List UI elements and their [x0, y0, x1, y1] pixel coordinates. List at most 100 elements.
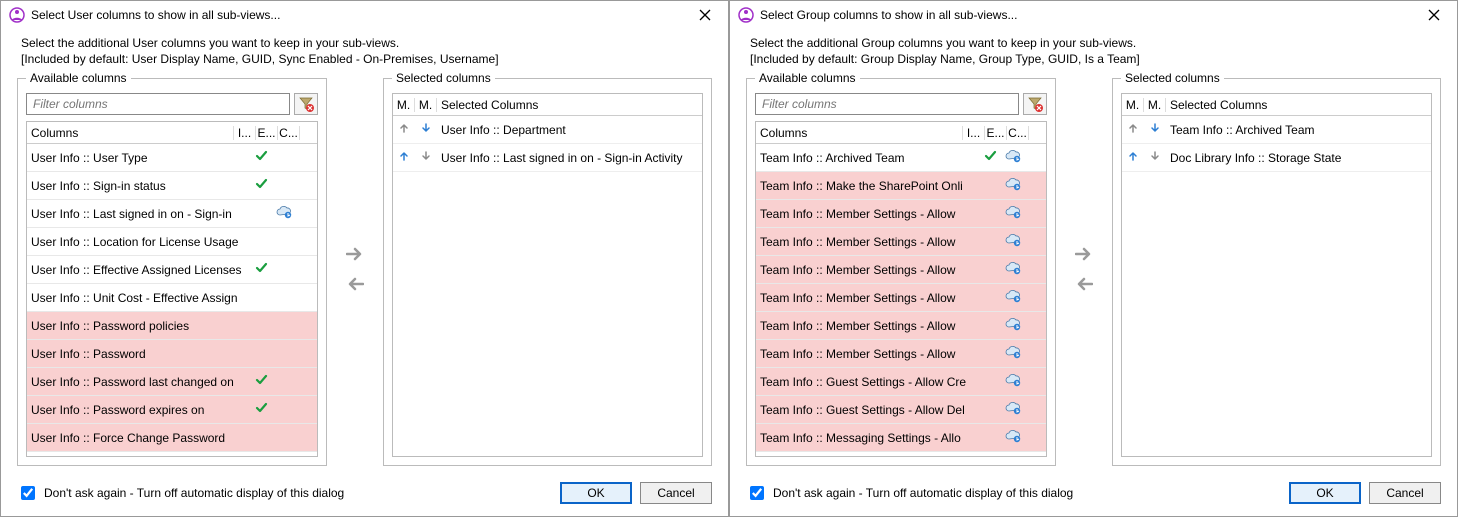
table-row[interactable]: Team Info :: Member Settings - Allow	[756, 284, 1046, 312]
available-legend: Available columns	[755, 71, 860, 85]
available-grid[interactable]: Columns I... E... C... User Info :: User…	[26, 121, 318, 457]
selected-row[interactable]: Team Info :: Archived Team	[1122, 116, 1431, 144]
move-up-icon[interactable]	[1122, 150, 1144, 165]
table-row[interactable]: Team Info :: Guest Settings - Allow Cre	[756, 368, 1046, 396]
selected-row[interactable]: User Info :: Department	[393, 116, 702, 144]
dialog-footer: Don't ask again - Turn off automatic dis…	[1, 474, 728, 516]
cloud-icon	[1002, 205, 1024, 222]
dont-ask-checkbox[interactable]: Don't ask again - Turn off automatic dis…	[17, 483, 552, 503]
move-right-button[interactable]	[1072, 244, 1096, 264]
col-i[interactable]: I...	[963, 126, 985, 140]
table-row[interactable]: Team Info :: Archived Team	[756, 144, 1046, 172]
dont-ask-checkbox[interactable]: Don't ask again - Turn off automatic dis…	[746, 483, 1281, 503]
col-e[interactable]: E...	[985, 126, 1007, 140]
row-label: Team Info :: Archived Team	[756, 151, 980, 165]
col-i[interactable]: I...	[234, 126, 256, 140]
clear-filter-button[interactable]	[294, 93, 318, 115]
table-row[interactable]: User Info :: Password last changed on	[27, 368, 317, 396]
titlebar: Select User columns to show in all sub-v…	[1, 1, 728, 27]
check-icon	[251, 373, 273, 390]
ok-button[interactable]: OK	[560, 482, 632, 504]
cancel-button[interactable]: Cancel	[1369, 482, 1441, 504]
move-down-icon[interactable]	[415, 122, 437, 137]
col-c[interactable]: C...	[1007, 126, 1029, 140]
row-label: User Info :: Force Change Password	[27, 431, 251, 445]
available-grid[interactable]: Columns I... E... C... Team Info :: Arch…	[755, 121, 1047, 457]
dont-ask-input[interactable]	[750, 486, 764, 500]
selected-row[interactable]: User Info :: Last signed in on - Sign-in…	[393, 144, 702, 172]
table-row[interactable]: User Info :: Unit Cost - Effective Assig…	[27, 284, 317, 312]
transfer-buttons	[1064, 71, 1104, 466]
selected-body[interactable]: User Info :: DepartmentUser Info :: Last…	[393, 116, 702, 456]
selected-grid[interactable]: M. M. Selected Columns Team Info :: Arch…	[1121, 93, 1432, 457]
selected-grid[interactable]: M. M. Selected Columns User Info :: Depa…	[392, 93, 703, 457]
selected-row[interactable]: Doc Library Info :: Storage State	[1122, 144, 1431, 172]
table-row[interactable]: Team Info :: Make the SharePoint Onli	[756, 172, 1046, 200]
row-label: Team Info :: Member Settings - Allow	[756, 347, 980, 361]
move-up-icon[interactable]	[393, 122, 415, 137]
col-c[interactable]: C...	[278, 126, 300, 140]
close-button[interactable]	[1419, 5, 1449, 25]
table-row[interactable]: User Info :: Sign-in status	[27, 172, 317, 200]
move-up-icon[interactable]	[393, 150, 415, 165]
row-label: User Info :: Location for License Usage	[27, 235, 251, 249]
row-label: Doc Library Info :: Storage State	[1166, 151, 1431, 165]
cancel-button[interactable]: Cancel	[640, 482, 712, 504]
table-row[interactable]: User Info :: Force Change Password	[27, 424, 317, 452]
table-row[interactable]: User Info :: Effective Assigned Licenses	[27, 256, 317, 284]
col-columns[interactable]: Columns	[27, 126, 234, 140]
row-label: User Info :: User Type	[27, 151, 251, 165]
close-button[interactable]	[690, 5, 720, 25]
available-columns-group: Available columns Columns I... E... C...…	[746, 71, 1056, 466]
col-moveup[interactable]: M.	[393, 98, 415, 112]
check-icon	[980, 149, 1002, 166]
table-row[interactable]: Team Info :: Member Settings - Allow	[756, 228, 1046, 256]
table-row[interactable]: User Info :: Password expires on	[27, 396, 317, 424]
table-row[interactable]: Team Info :: Member Settings - Allow	[756, 256, 1046, 284]
table-row[interactable]: User Info :: Password policies	[27, 312, 317, 340]
table-row[interactable]: Team Info :: Member Settings - Allow	[756, 200, 1046, 228]
row-label: User Info :: Effective Assigned Licenses	[27, 263, 251, 277]
ok-button[interactable]: OK	[1289, 482, 1361, 504]
cloud-icon	[1002, 317, 1024, 334]
dont-ask-label: Don't ask again - Turn off automatic dis…	[44, 486, 344, 500]
cloud-icon	[1002, 401, 1024, 418]
move-down-icon[interactable]	[1144, 122, 1166, 137]
selected-header: M. M. Selected Columns	[393, 94, 702, 116]
table-row[interactable]: Team Info :: Member Settings - Allow	[756, 312, 1046, 340]
move-left-button[interactable]	[343, 274, 367, 294]
table-row[interactable]: User Info :: User Type	[27, 144, 317, 172]
col-selected[interactable]: Selected Columns	[1166, 98, 1431, 112]
col-e[interactable]: E...	[256, 126, 278, 140]
table-row[interactable]: User Info :: Last signed in on - Sign-in	[27, 200, 317, 228]
app-icon	[738, 7, 754, 23]
intro-line1: Select the additional User columns you w…	[21, 35, 708, 51]
move-up-icon[interactable]	[1122, 122, 1144, 137]
table-row[interactable]: Team Info :: Messaging Settings - Allo	[756, 424, 1046, 452]
grid-body[interactable]: Team Info :: Archived TeamTeam Info :: M…	[756, 144, 1046, 456]
clear-filter-button[interactable]	[1023, 93, 1047, 115]
titlebar: Select Group columns to show in all sub-…	[730, 1, 1457, 27]
filter-input[interactable]	[755, 93, 1019, 115]
table-row[interactable]: User Info :: Password	[27, 340, 317, 368]
filter-input[interactable]	[26, 93, 290, 115]
col-columns[interactable]: Columns	[756, 126, 963, 140]
dont-ask-input[interactable]	[21, 486, 35, 500]
move-left-button[interactable]	[1072, 274, 1096, 294]
table-row[interactable]: Team Info :: Guest Settings - Allow Del	[756, 396, 1046, 424]
move-down-icon[interactable]	[415, 150, 437, 165]
grid-body[interactable]: User Info :: User TypeUser Info :: Sign-…	[27, 144, 317, 456]
row-label: User Info :: Unit Cost - Effective Assig…	[27, 291, 251, 305]
move-down-icon[interactable]	[1144, 150, 1166, 165]
dialog-body: Available columns Columns I... E... C...…	[1, 71, 728, 474]
table-row[interactable]: User Info :: Location for License Usage	[27, 228, 317, 256]
available-columns-group: Available columns Columns I... E... C...…	[17, 71, 327, 466]
move-right-button[interactable]	[343, 244, 367, 264]
selected-body[interactable]: Team Info :: Archived TeamDoc Library In…	[1122, 116, 1431, 456]
col-moveup[interactable]: M.	[1122, 98, 1144, 112]
table-row[interactable]: Team Info :: Member Settings - Allow	[756, 340, 1046, 368]
col-movedown[interactable]: M.	[1144, 98, 1166, 112]
col-selected[interactable]: Selected Columns	[437, 98, 702, 112]
col-movedown[interactable]: M.	[415, 98, 437, 112]
dialog-group-columns: Select Group columns to show in all sub-…	[729, 0, 1458, 517]
